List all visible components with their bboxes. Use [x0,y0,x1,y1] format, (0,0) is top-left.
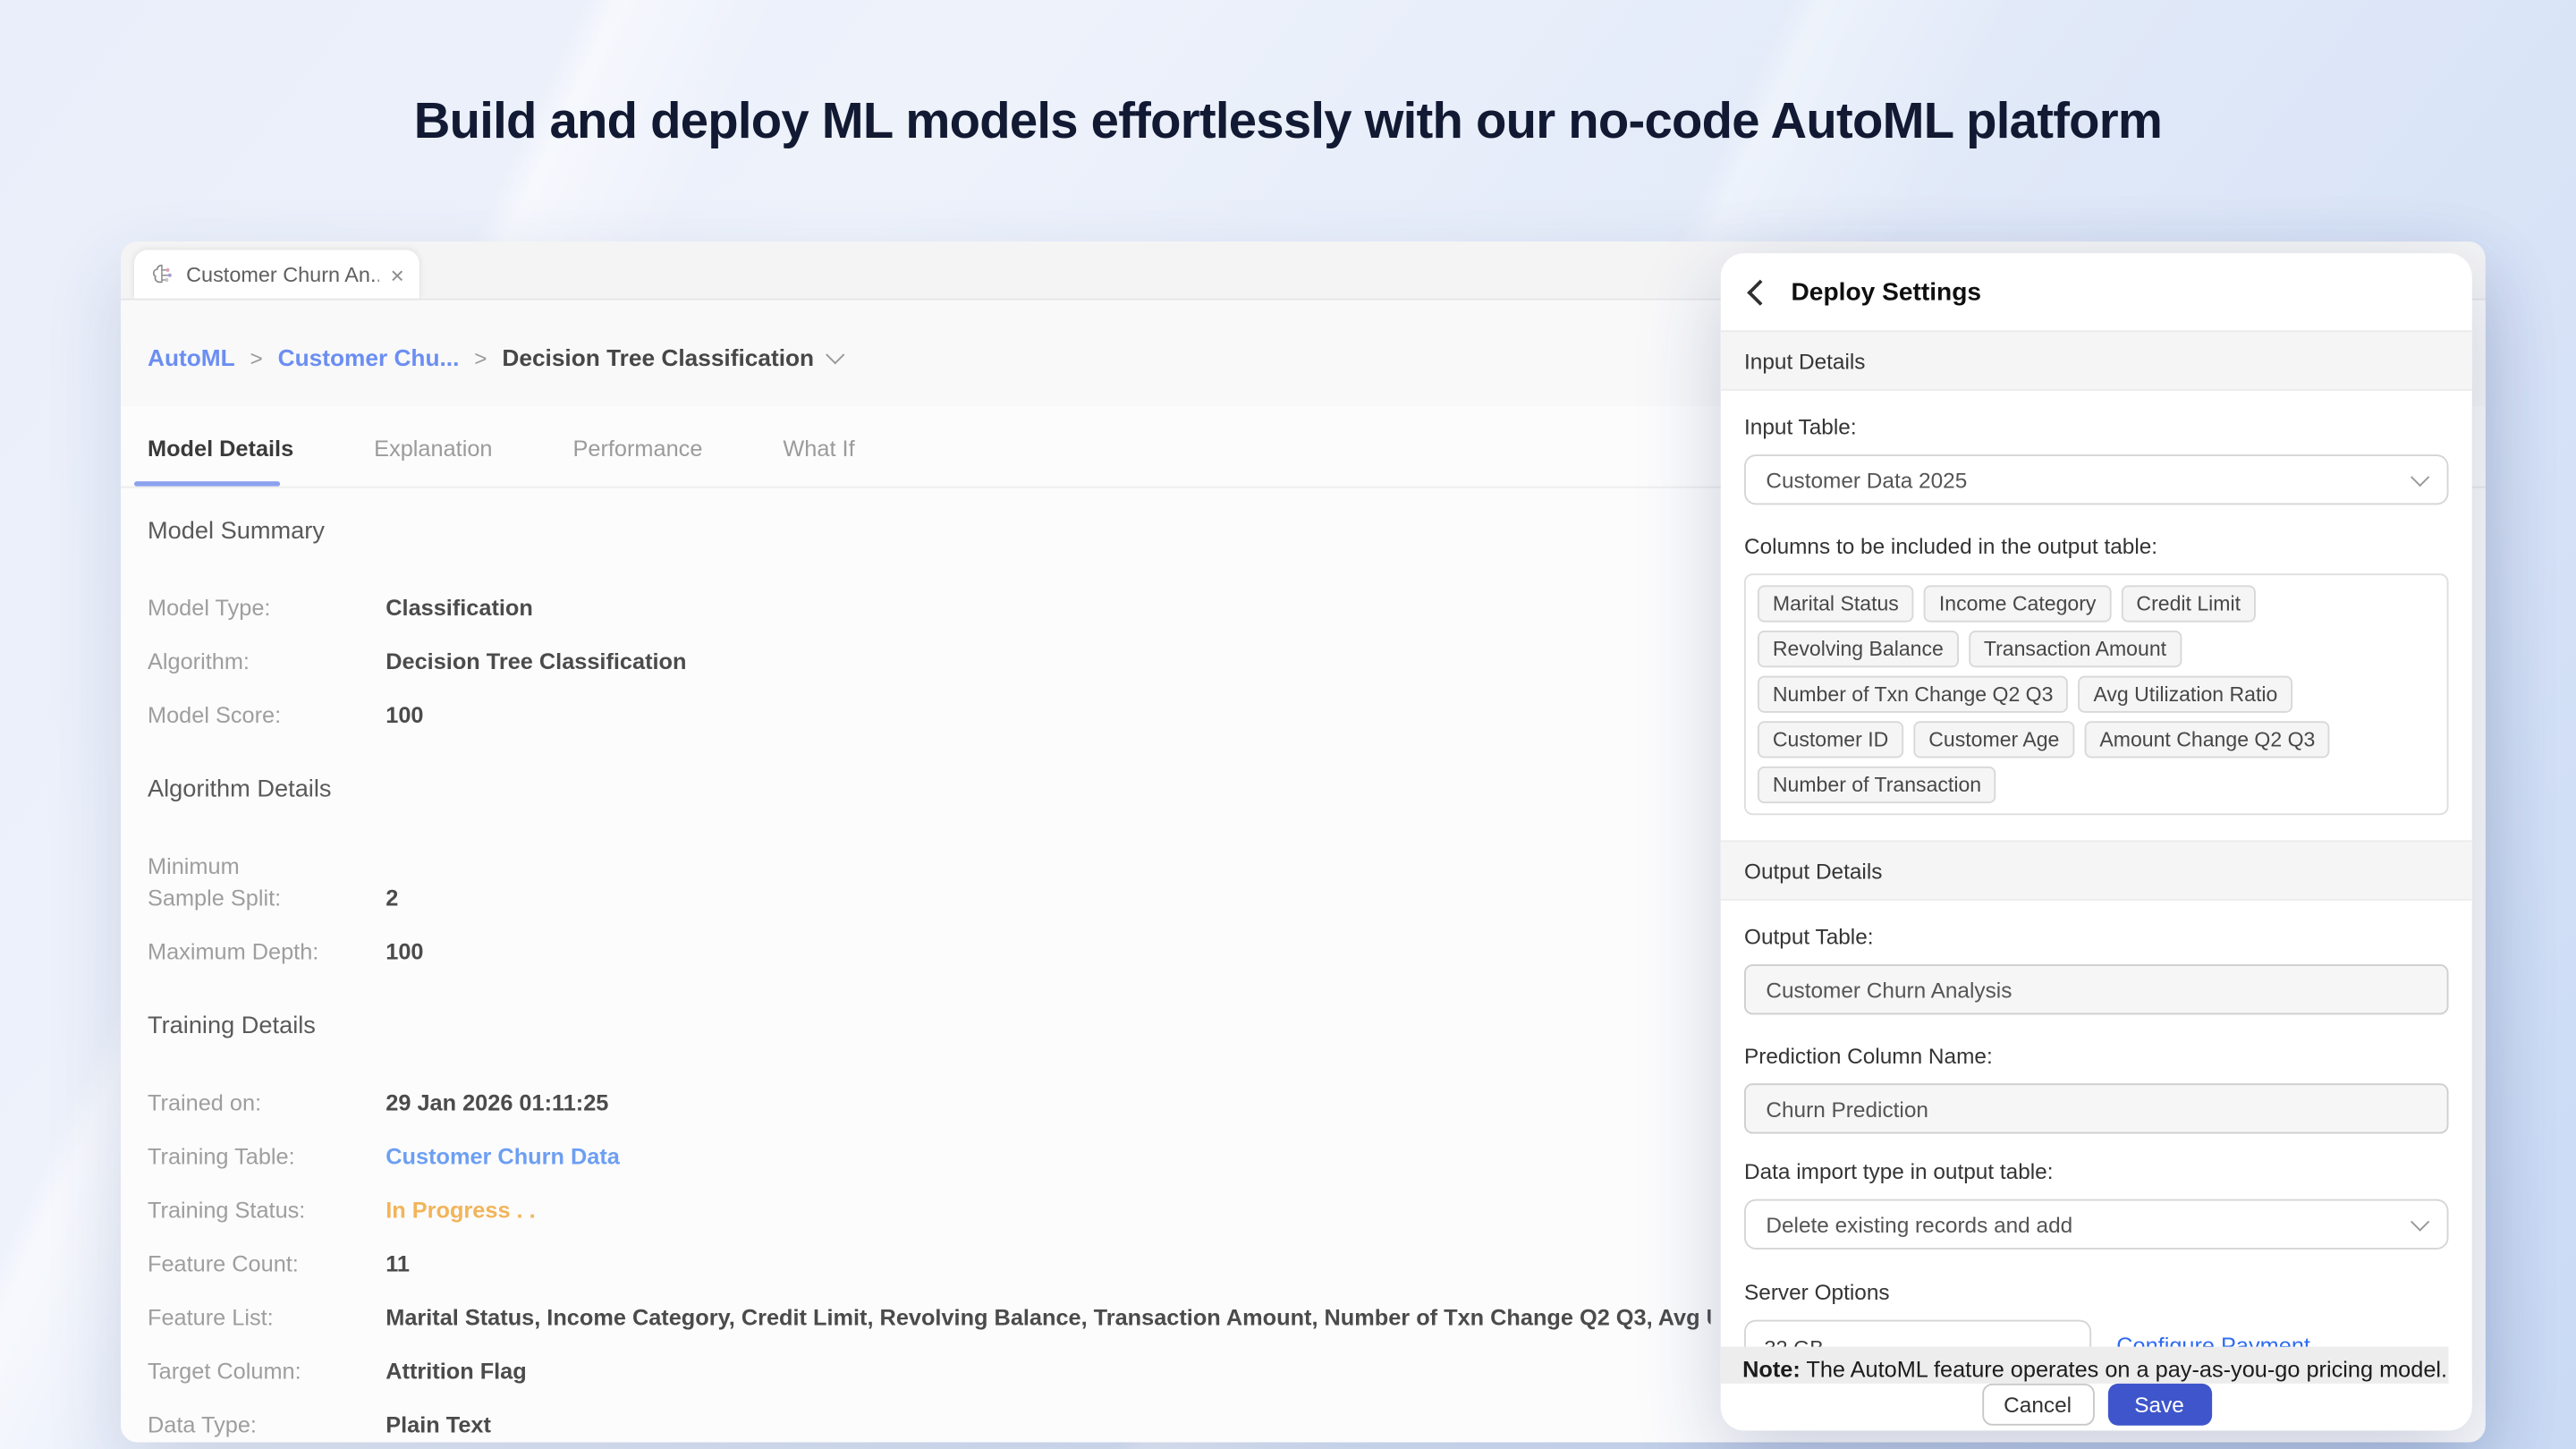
detail-label: Minimum Sample Split: [148,851,322,914]
detail-value: 100 [386,699,423,732]
output-details-section: Output Table: Customer Churn Analysis Pr… [1721,922,2472,1411]
training-table-link[interactable]: Customer Churn Data [386,1140,620,1173]
output-table-label: Output Table: [1744,922,2449,953]
input-details-section: Input Table: Customer Data 2025 Columns … [1721,412,2472,815]
detail-label: Feature Count: [148,1248,386,1280]
detail-label: Training Status: [148,1194,386,1226]
tab-model-details[interactable]: Model Details [148,436,293,462]
input-table-select[interactable]: Customer Data 2025 [1744,454,2449,504]
column-tag[interactable]: Income Category [1924,585,2111,622]
detail-value: 100 [386,936,423,968]
feature-list-value: Marital Status, Income Category, Credit … [386,1301,1710,1334]
chevron-down-icon[interactable] [826,345,845,364]
breadcrumb: AutoML > Customer Chu... > Decision Tree… [148,343,843,370]
input-details-section-header: Input Details [1721,332,2472,391]
page: Build and deploy ML models effortlessly … [0,0,2576,1449]
save-button[interactable]: Save [2107,1384,2211,1426]
column-tag[interactable]: Amount Change Q2 Q3 [2085,721,2331,758]
breadcrumb-automl[interactable]: AutoML [148,343,235,370]
chevron-down-icon [2411,468,2429,487]
pricing-note-text: The AutoML feature operates on a pay-as-… [1801,1357,2449,1382]
input-table-value: Customer Data 2025 [1766,467,1967,492]
detail-label: Model Score: [148,699,386,732]
pricing-note-prefix: Note: [1742,1357,1801,1382]
document-tab[interactable]: Customer Churn An... × [134,250,419,298]
server-options-label: Server Options [1744,1278,2449,1309]
detail-label: Model Type: [148,592,386,624]
breadcrumb-separator: > [474,344,487,369]
deploy-panel-footer: Cancel Save [1721,1384,2472,1431]
detail-label: Algorithm: [148,646,386,678]
import-type-label: Data import type in output table: [1744,1157,2449,1188]
tab-performance[interactable]: Performance [572,436,702,462]
detail-value: Attrition Flag [386,1355,527,1387]
page-title: Build and deploy ML models effortlessly … [0,94,2576,151]
detail-label: Maximum Depth: [148,936,386,968]
import-type-select[interactable]: Delete existing records and add [1744,1199,2449,1250]
breadcrumb-model[interactable]: Decision Tree Classification [502,343,814,370]
prediction-column-input[interactable]: Churn Prediction [1744,1083,2449,1133]
model-tabs: Model Details Explanation Performance Wh… [148,436,855,462]
column-tag[interactable]: Number of Transaction [1758,767,1996,803]
chevron-down-icon [2411,1212,2429,1231]
close-icon[interactable]: × [391,262,404,285]
pricing-note: Note: The AutoML feature operates on a p… [1721,1347,2449,1384]
detail-label: Trained on: [148,1087,386,1119]
deploy-settings-panel: Deploy Settings Input Details Input Tabl… [1721,253,2472,1430]
deploy-panel-title: Deploy Settings [1792,277,1982,306]
document-tab-title: Customer Churn An... [186,262,378,285]
tab-explanation[interactable]: Explanation [374,436,492,462]
prediction-column-label: Prediction Column Name: [1744,1041,2449,1072]
columns-label: Columns to be included in the output tab… [1744,531,2449,562]
detail-label: Data Type: [148,1409,386,1441]
detail-value: Plain Text [386,1409,491,1441]
column-tag[interactable]: Customer Age [1913,721,2074,758]
detail-value: Decision Tree Classification [386,646,686,678]
detail-value: Classification [386,592,533,624]
output-table-input[interactable]: Customer Churn Analysis [1744,964,2449,1014]
breadcrumb-dataset[interactable]: Customer Chu... [278,343,460,370]
column-tag[interactable]: Credit Limit [2122,585,2256,622]
tab-what-if[interactable]: What If [783,436,854,462]
detail-label: Target Column: [148,1355,386,1387]
output-details-section-header: Output Details [1721,840,2472,901]
ml-brain-icon [149,262,174,287]
column-tag[interactable]: Transaction Amount [1969,631,2182,667]
deploy-panel-header: Deploy Settings [1721,253,2472,332]
input-table-label: Input Table: [1744,412,2449,443]
output-columns-box: Marital Status Income Category Credit Limi… [1744,573,2449,815]
training-status-value: In Progress . . [386,1194,535,1226]
detail-value: 29 Jan 2026 01:11:25 [386,1087,608,1119]
column-tag[interactable]: Revolving Balance [1758,631,1959,667]
detail-label: Feature List: [148,1301,386,1334]
column-tag[interactable]: Customer ID [1758,721,1903,758]
cancel-button[interactable]: Cancel [1981,1384,2094,1426]
column-tag[interactable]: Marital Status [1758,585,1914,622]
import-type-value: Delete existing records and add [1766,1212,2072,1237]
column-tag[interactable]: Avg Utilization Ratio [2079,676,2293,713]
breadcrumb-separator: > [250,344,263,369]
column-tag[interactable]: Number of Txn Change Q2 Q3 [1758,676,2068,713]
detail-value: 11 [386,1248,410,1280]
back-icon[interactable] [1747,279,1773,305]
detail-label: Training Table: [148,1140,386,1173]
detail-value: 2 [386,882,398,914]
